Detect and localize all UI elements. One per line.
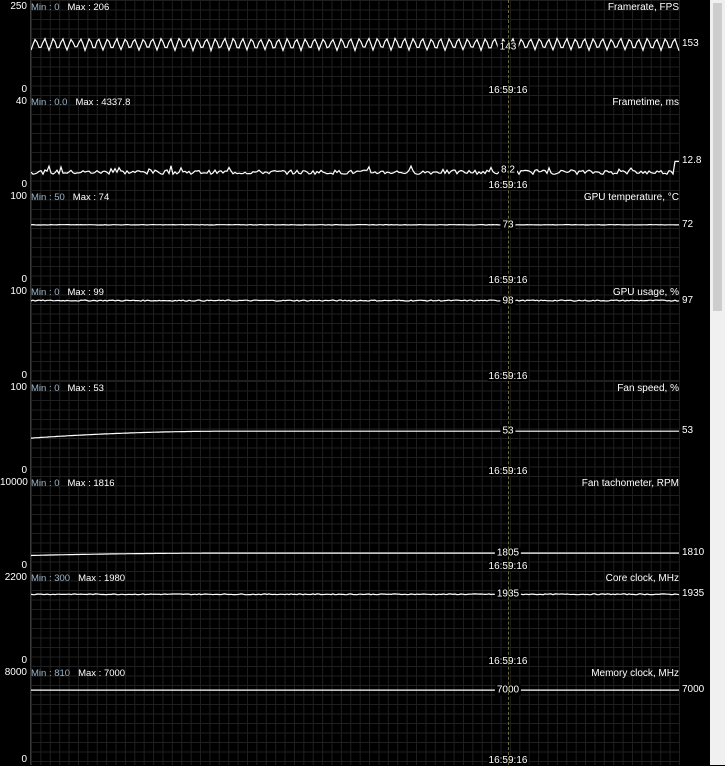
y-min-label: 0 bbox=[0, 179, 27, 190]
line-series bbox=[31, 285, 680, 381]
graph-gpu-usage: 100 0 Min : 0 Max : 99 GPU usage, % 98 97… bbox=[0, 285, 710, 381]
cursor-value: 53 bbox=[500, 426, 515, 437]
max-label: Max : 1816 bbox=[68, 478, 115, 489]
graph-gpu-temperature: 100 0 Min : 50 Max : 74 GPU temperature, … bbox=[0, 190, 710, 285]
current-value: 12.8 bbox=[682, 155, 701, 166]
min-label: Min : 0 bbox=[31, 2, 60, 13]
y-max-label: 100 bbox=[0, 286, 27, 297]
graph-title: Core clock, MHz bbox=[606, 573, 679, 584]
graph-title: Fan speed, % bbox=[617, 383, 679, 394]
vertical-scrollbar[interactable] bbox=[710, 0, 725, 765]
series-line bbox=[31, 161, 679, 174]
max-label: Max : 4337.8 bbox=[75, 97, 130, 108]
graph-framerate: 250 0 Min : 0 Max : 206 Framerate, FPS 14… bbox=[0, 0, 710, 95]
max-label: Max : 206 bbox=[68, 2, 110, 13]
graph-title: Frametime, ms bbox=[612, 97, 679, 108]
y-min-label: 0 bbox=[0, 84, 27, 95]
y-max-label: 250 bbox=[0, 1, 27, 12]
cursor-value: 1935 bbox=[495, 589, 521, 600]
min-max: Min : 0 Max : 206 bbox=[31, 2, 109, 13]
min-max: Min : 0 Max : 1816 bbox=[31, 478, 115, 489]
y-min-label: 0 bbox=[0, 274, 27, 285]
y-min-label: 0 bbox=[0, 465, 27, 476]
max-label: Max : 99 bbox=[68, 287, 104, 298]
min-label: Min : 0 bbox=[31, 478, 60, 489]
series-line bbox=[31, 300, 679, 301]
y-min-label: 0 bbox=[0, 560, 27, 571]
series-line bbox=[31, 553, 679, 555]
line-series bbox=[31, 476, 680, 571]
y-max-label: 10000 bbox=[0, 477, 27, 488]
min-label: Min : 300 bbox=[31, 573, 70, 584]
min-max: Min : 50 Max : 74 bbox=[31, 192, 109, 203]
cursor-time: 16:59:16 bbox=[488, 755, 529, 766]
current-value: 1935 bbox=[682, 588, 704, 599]
y-min-label: 0 bbox=[0, 370, 27, 381]
plot-area[interactable] bbox=[30, 381, 680, 476]
series-line bbox=[31, 39, 679, 51]
line-series bbox=[31, 0, 680, 95]
series-line bbox=[31, 431, 679, 438]
y-max-label: 40 bbox=[0, 96, 27, 107]
plot-area[interactable] bbox=[30, 0, 680, 95]
graph-title: GPU usage, % bbox=[613, 287, 679, 298]
scrollbar-thumb[interactable] bbox=[713, 3, 722, 311]
min-max: Min : 810 Max : 7000 bbox=[31, 668, 125, 679]
cursor-value: 8.2 bbox=[499, 165, 517, 176]
plot-area[interactable] bbox=[30, 95, 680, 190]
min-max: Min : 0 Max : 53 bbox=[31, 383, 104, 394]
current-value: 97 bbox=[682, 295, 693, 306]
current-value: 53 bbox=[682, 425, 693, 436]
y-max-label: 100 bbox=[0, 191, 27, 202]
min-label: Min : 0.0 bbox=[31, 97, 67, 108]
max-label: Max : 1980 bbox=[78, 573, 125, 584]
min-label: Min : 0 bbox=[31, 383, 60, 394]
max-label: Max : 53 bbox=[68, 383, 104, 394]
min-max: Min : 0.0 Max : 4337.8 bbox=[31, 97, 130, 108]
y-max-label: 2200 bbox=[0, 572, 27, 583]
plot-area[interactable] bbox=[30, 571, 680, 666]
line-series bbox=[31, 571, 680, 666]
graph-frametime: 40 0 Min : 0.0 Max : 4337.8 Frametime, ms… bbox=[0, 95, 710, 190]
plot-area[interactable] bbox=[30, 190, 680, 285]
graph-title: Framerate, FPS bbox=[608, 2, 679, 13]
y-min-label: 0 bbox=[0, 754, 27, 765]
cursor-value: 73 bbox=[500, 219, 515, 230]
line-series bbox=[31, 666, 680, 765]
min-max: Min : 0 Max : 99 bbox=[31, 287, 104, 298]
graph-fan-speed: 100 0 Min : 0 Max : 53 Fan speed, % 53 53… bbox=[0, 381, 710, 476]
graph-core-clock: 2200 0 Min : 300 Max : 1980 Core clock, M… bbox=[0, 571, 710, 666]
graph-fan-tachometer: 10000 0 Min : 0 Max : 1816 Fan tachometer… bbox=[0, 476, 710, 571]
plot-area[interactable] bbox=[30, 666, 680, 765]
cursor-value: 143 bbox=[498, 41, 519, 52]
graph-memory-clock: 8000 0 Min : 810 Max : 7000 Memory clock,… bbox=[0, 666, 710, 765]
cursor-value: 1805 bbox=[495, 548, 521, 559]
current-value: 1810 bbox=[682, 547, 704, 558]
max-label: Max : 7000 bbox=[78, 668, 125, 679]
min-label: Min : 0 bbox=[31, 287, 60, 298]
min-max: Min : 300 Max : 1980 bbox=[31, 573, 125, 584]
line-series bbox=[31, 381, 680, 476]
graph-title: GPU temperature, °C bbox=[584, 192, 679, 203]
current-value: 72 bbox=[682, 219, 693, 230]
graph-title: Memory clock, MHz bbox=[591, 668, 679, 679]
min-label: Min : 810 bbox=[31, 668, 70, 679]
cursor-value: 98 bbox=[500, 295, 515, 306]
graph-title: Fan tachometer, RPM bbox=[582, 478, 679, 489]
current-value: 7000 bbox=[682, 684, 704, 695]
plot-area[interactable] bbox=[30, 476, 680, 571]
line-series bbox=[31, 95, 680, 190]
cursor-value: 7000 bbox=[495, 685, 521, 696]
y-max-label: 8000 bbox=[0, 667, 27, 678]
y-min-label: 0 bbox=[0, 655, 27, 666]
max-label: Max : 74 bbox=[73, 192, 109, 203]
plot-area[interactable] bbox=[30, 285, 680, 381]
monitoring-graphs: 250 0 Min : 0 Max : 206 Framerate, FPS 14… bbox=[0, 0, 710, 765]
series-line bbox=[31, 594, 679, 595]
current-value: 153 bbox=[682, 38, 699, 49]
min-label: Min : 50 bbox=[31, 192, 65, 203]
y-max-label: 100 bbox=[0, 382, 27, 393]
line-series bbox=[31, 190, 680, 285]
